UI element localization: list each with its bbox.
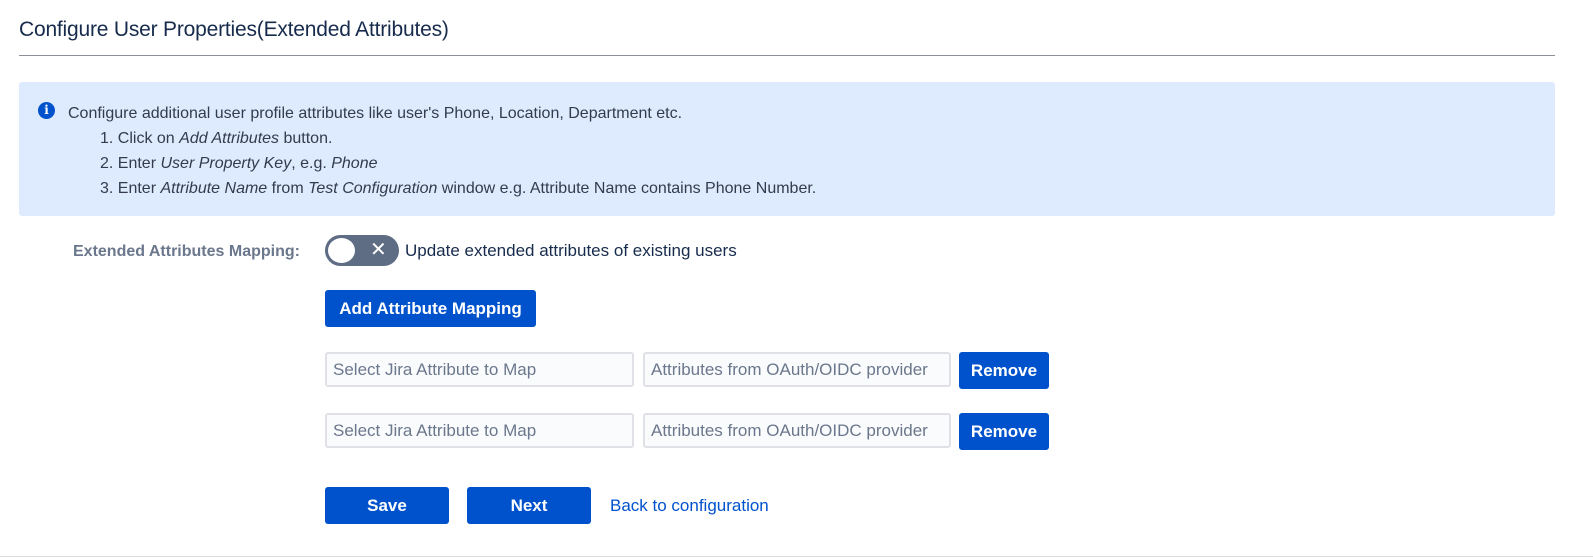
title-divider — [19, 55, 1555, 56]
step-text: 1. Click on — [100, 130, 180, 147]
step-text: , e.g. — [291, 155, 332, 172]
x-icon: ✕ — [370, 239, 387, 261]
back-to-configuration-link[interactable]: Back to configuration — [610, 496, 769, 516]
step-text: 2. Enter — [100, 155, 161, 172]
provider-attribute-input[interactable] — [643, 413, 951, 448]
provider-attribute-input[interactable] — [643, 352, 951, 387]
step-emphasis: Test Configuration — [308, 180, 438, 197]
info-icon: i — [38, 102, 55, 119]
info-panel: i Configure additional user profile attr… — [19, 82, 1555, 216]
step-emphasis: User Property Key — [160, 155, 292, 172]
save-button[interactable]: Save — [325, 487, 449, 524]
info-step-3: 3. Enter Attribute Name from Test Config… — [68, 176, 816, 201]
info-text: Configure additional user profile attrib… — [68, 101, 816, 201]
toggle-caption: Update extended attributes of existing u… — [405, 241, 737, 260]
remove-mapping-button[interactable]: Remove — [959, 352, 1049, 389]
toggle-knob — [328, 238, 355, 263]
extended-attributes-mapping-label: Extended Attributes Mapping: — [73, 243, 300, 260]
info-intro: Configure additional user profile attrib… — [68, 105, 683, 122]
step-emphasis: Add Attributes — [179, 130, 280, 147]
info-step-1: 1. Click on Add Attributes button. — [68, 126, 816, 151]
step-text: from — [267, 180, 309, 197]
remove-mapping-button[interactable]: Remove — [959, 413, 1049, 450]
step-emphasis: Phone — [331, 155, 378, 172]
step-emphasis: Attribute Name — [160, 180, 268, 197]
jira-attribute-input[interactable] — [325, 352, 634, 387]
update-existing-users-toggle[interactable]: ✕ — [325, 235, 399, 266]
step-text: button. — [279, 130, 333, 147]
step-text: window e.g. Attribute Name contains Phon… — [437, 180, 817, 197]
add-attribute-mapping-button[interactable]: Add Attribute Mapping — [325, 290, 536, 327]
next-button[interactable]: Next — [467, 487, 591, 524]
step-text: 3. Enter — [100, 180, 161, 197]
info-step-2: 2. Enter User Property Key, e.g. Phone — [68, 151, 816, 176]
page-title: Configure User Properties(Extended Attri… — [19, 18, 449, 41]
jira-attribute-input[interactable] — [325, 413, 634, 448]
